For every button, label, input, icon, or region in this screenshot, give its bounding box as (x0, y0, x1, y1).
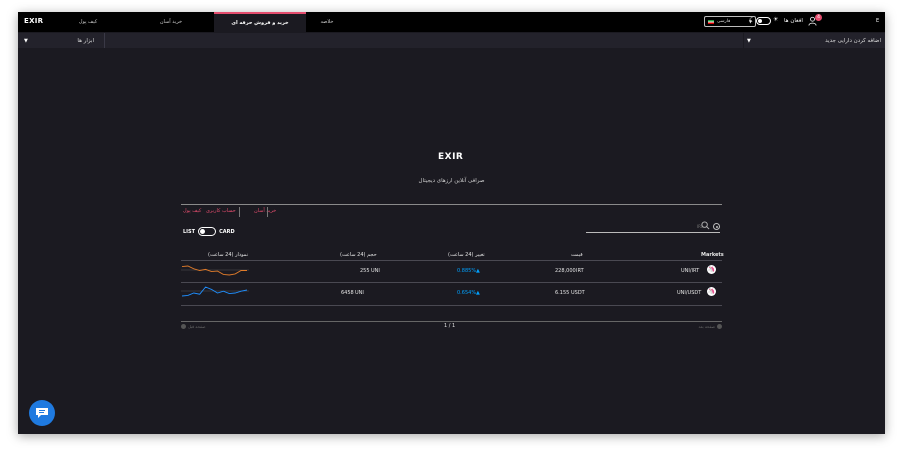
sparkline-line (181, 286, 248, 297)
tab-pro-trade[interactable]: خرید و فروش حرفه ای (214, 12, 306, 32)
market-pair: UNI/USDT (677, 290, 702, 296)
clear-search-icon[interactable] (713, 223, 720, 230)
uniswap-icon: 🦄 (707, 265, 716, 274)
market-pair: UNI/IRT (681, 268, 700, 274)
search-underline (586, 232, 720, 233)
view-toggle: LIST CARD (183, 227, 235, 236)
header-volume: حجم (24 ساعت) (340, 252, 377, 258)
sparkline-chart (181, 265, 249, 276)
list-card-switch[interactable] (198, 227, 217, 236)
sun-icon: ☀ (773, 16, 779, 23)
tools-label: ابزار ها (77, 37, 94, 44)
price-value: 228,000 (555, 268, 576, 274)
app-window: EXIR کیف پول خرید آسان خرید و فروش حرفه … (18, 12, 885, 434)
volume-value: 255 (360, 268, 370, 274)
chevron-down-icon: ▼ (747, 37, 751, 44)
uniswap-icon: 🦄 (707, 287, 716, 296)
price-unit: IRT (576, 268, 584, 274)
language-label: فارسی (717, 19, 731, 24)
trade-panel-header (105, 33, 743, 48)
pagination-divider (181, 321, 722, 322)
header-market: Markets (701, 252, 724, 258)
list-card-switch-knob (200, 229, 206, 234)
tab-wallet[interactable]: کیف پول (58, 12, 118, 32)
next-page[interactable]: صفحه بعد (698, 324, 722, 329)
tab-summary[interactable]: خلاصه (302, 12, 352, 32)
moon-icon: ☾ (749, 16, 756, 24)
link-separator (239, 207, 240, 217)
volume-unit: UNI (371, 268, 380, 274)
header-change: تغییر (24 ساعت) (448, 252, 485, 258)
tab-easy-buy[interactable]: خرید آسان (136, 12, 206, 32)
price-unit: USDT (571, 290, 585, 296)
search-icon[interactable] (701, 221, 710, 230)
previous-page[interactable]: صفحه قبل (181, 324, 206, 329)
row-divider (181, 305, 722, 306)
chat-button[interactable] (29, 400, 55, 426)
previous-icon (181, 324, 186, 329)
header-price: قیمت (571, 252, 583, 258)
brand-logo: EXIR (438, 152, 464, 162)
sparkline-line (181, 265, 247, 276)
link-easy-buy[interactable]: خرید آسان (254, 208, 276, 214)
chat-icon (36, 408, 48, 418)
add-asset-label: اضافه کردن دارایی جدید (825, 37, 881, 44)
tools-panel-header[interactable]: ▼ ابزار ها (18, 33, 104, 48)
link-account[interactable]: حساب کاربری (206, 208, 236, 214)
row-divider (181, 282, 722, 283)
pagination: صفحه قبل 1 / 1 صفحه بعد (181, 323, 722, 331)
iran-flag-icon (708, 19, 714, 24)
notification-badge[interactable]: 4 (815, 14, 822, 21)
add-asset-panel-header[interactable]: ▼ اضافه کردن دارایی جدید (744, 33, 885, 48)
link-separator (267, 207, 268, 217)
username[interactable]: افغان ها (784, 18, 803, 24)
divider-line (181, 204, 722, 205)
change-value: 0.885% (457, 268, 477, 274)
previous-label: صفحه قبل (188, 324, 206, 329)
price-value: 6.155 (555, 290, 570, 296)
card-label[interactable]: CARD (219, 229, 235, 235)
volume-value: 6458 (341, 290, 354, 296)
up-arrow-icon: ▲ (476, 290, 480, 296)
chevron-down-icon: ▼ (24, 37, 28, 44)
change-value: 0.654% (457, 290, 477, 296)
top-navigation-bar: EXIR کیف پول خرید آسان خرید و فروش حرفه … (18, 12, 885, 32)
volume-unit: UNI (355, 290, 364, 296)
next-label: صفحه بعد (698, 324, 715, 329)
header-chart: نمودار (24 ساعت) (208, 252, 248, 258)
list-label[interactable]: LIST (183, 229, 195, 235)
theme-toggle-knob (758, 19, 762, 23)
header-divider (181, 260, 722, 261)
sparkline-chart (181, 286, 249, 297)
page-indicator: 1 / 1 (444, 323, 456, 329)
edge-mark: E (876, 18, 880, 24)
brand-tagline: صرافی آنلاین ارزهای دیجیتال (418, 178, 485, 184)
exir-logo[interactable]: EXIR (24, 17, 43, 25)
theme-toggle[interactable] (756, 17, 771, 25)
up-arrow-icon: ▲ (476, 268, 480, 274)
next-icon (717, 324, 722, 329)
link-wallet[interactable]: کیف پول (183, 208, 201, 214)
